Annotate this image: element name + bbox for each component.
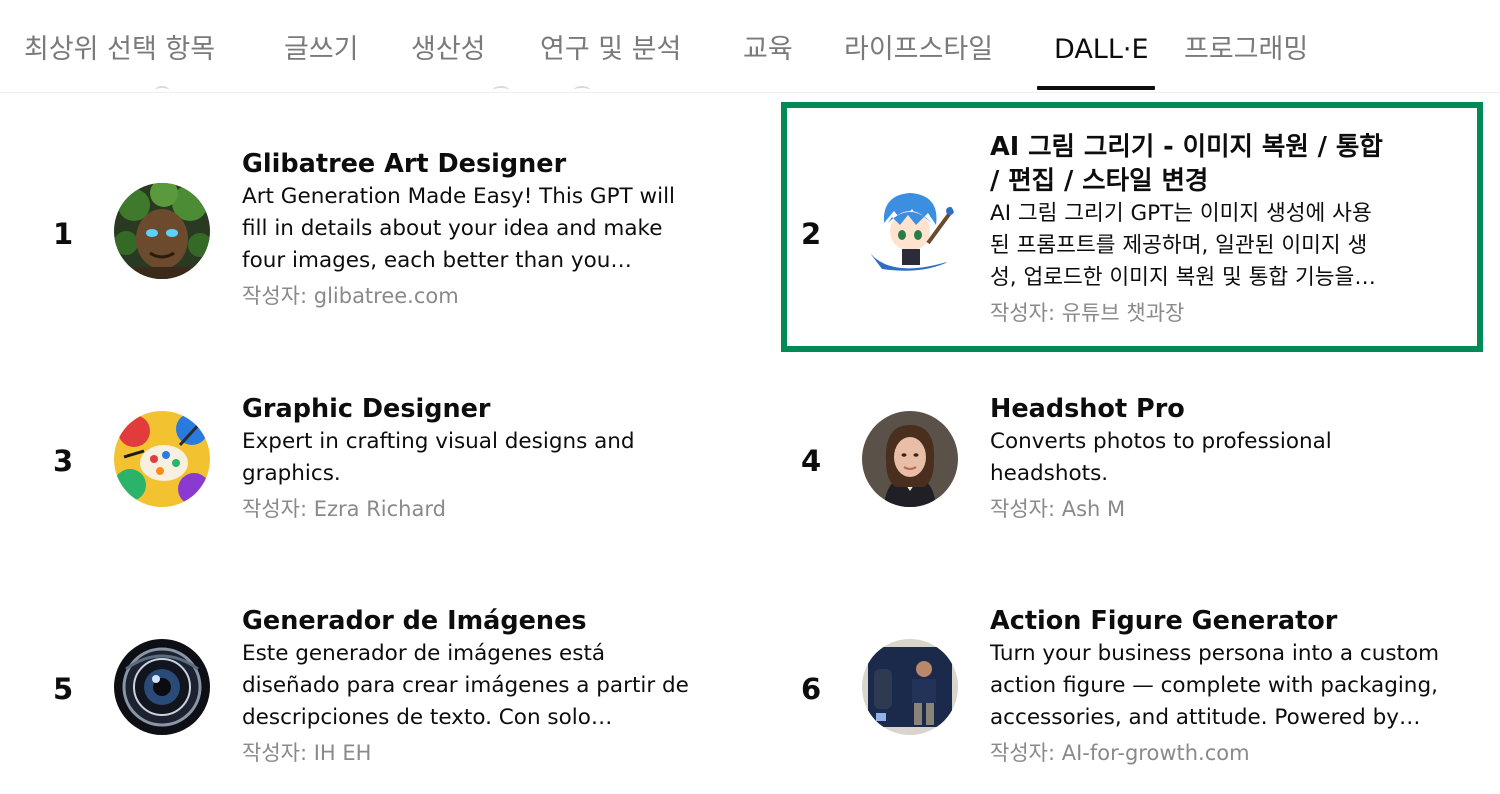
card-title: Generador de Imágenes [242, 606, 587, 636]
rank-number: 6 [801, 672, 822, 706]
gpt-card-3[interactable]: 3 Graphic Designer Expert in crafting vi… [0, 365, 740, 585]
card-text: Glibatree Art Designer Art Generation Ma… [242, 147, 712, 311]
card-text: Headshot Pro Converts photos to professi… [990, 392, 1460, 524]
camera-lens-avatar-icon [114, 639, 210, 735]
scrolled-content-remnant [155, 86, 169, 94]
action-figure-box-avatar-icon [862, 639, 958, 735]
tab-writing[interactable]: 글쓰기 [284, 30, 359, 70]
card-text: Action Figure Generator Turn your busine… [990, 604, 1460, 768]
gpt-card-1[interactable]: 1 Glibatree Art Designer Art Generation … [0, 120, 740, 340]
card-title: Headshot Pro [990, 394, 1185, 424]
rank-number: 3 [53, 444, 74, 478]
card-description: Turn your business persona into a custom… [990, 641, 1440, 730]
card-text: Generador de Imágenes Este generador de … [242, 604, 712, 768]
gpt-card-4[interactable]: 4 Headshot Pro Converts photos to profes… [760, 365, 1500, 585]
woman-portrait-avatar-icon [862, 411, 958, 507]
tab-research-analysis[interactable]: 연구 및 분석 [540, 30, 681, 70]
card-title: Action Figure Generator [990, 606, 1338, 636]
card-description: Converts photos to professional headshot… [990, 429, 1332, 486]
rank-number: 1 [53, 217, 74, 251]
scrolled-content-remnant [493, 86, 509, 94]
card-title: Graphic Designer [242, 394, 491, 424]
card-title: Glibatree Art Designer [242, 149, 567, 179]
card-author: 작성자: Ezra Richard [242, 497, 446, 521]
card-description: Este generador de imágenes está diseñado… [242, 641, 689, 730]
tab-productivity[interactable]: 생산성 [411, 30, 486, 70]
card-author: 작성자: Ash M [990, 497, 1126, 521]
card-description: Art Generation Made Easy! This GPT will … [242, 184, 676, 273]
category-tabs: 최상위 선택 항목 글쓰기 생산성 연구 및 분석 교육 라이프스타일 DALL… [0, 0, 1500, 93]
gpt-card-5[interactable]: 5 Generador de Imágenes Este generador d… [0, 577, 740, 794]
selection-highlight-box [781, 102, 1483, 352]
tab-top-picks[interactable]: 최상위 선택 항목 [24, 30, 215, 70]
card-description: Expert in crafting visual designs and gr… [242, 429, 635, 486]
tab-programming[interactable]: 프로그래밍 [1184, 30, 1308, 70]
tab-education[interactable]: 교육 [743, 30, 793, 70]
rank-number: 4 [801, 444, 822, 478]
gpt-card-6[interactable]: 6 Action Figure Generator Turn your busi… [760, 577, 1500, 794]
tab-dalle[interactable]: DALL·E [1054, 30, 1149, 70]
card-text: Graphic Designer Expert in crafting visu… [242, 392, 712, 524]
active-tab-indicator [1037, 86, 1155, 90]
tree-face-avatar-icon [114, 183, 210, 279]
rank-number: 5 [53, 672, 74, 706]
colorful-palette-avatar-icon [114, 411, 210, 507]
gpt-store-page: 최상위 선택 항목 글쓰기 생산성 연구 및 분석 교육 라이프스타일 DALL… [0, 0, 1500, 794]
tab-lifestyle[interactable]: 라이프스타일 [844, 30, 993, 70]
card-author: 작성자: IH EH [242, 741, 372, 765]
scrolled-content-remnant [574, 86, 590, 94]
card-author: 작성자: glibatree.com [242, 284, 459, 308]
card-author: 작성자: AI-for-growth.com [990, 741, 1250, 765]
